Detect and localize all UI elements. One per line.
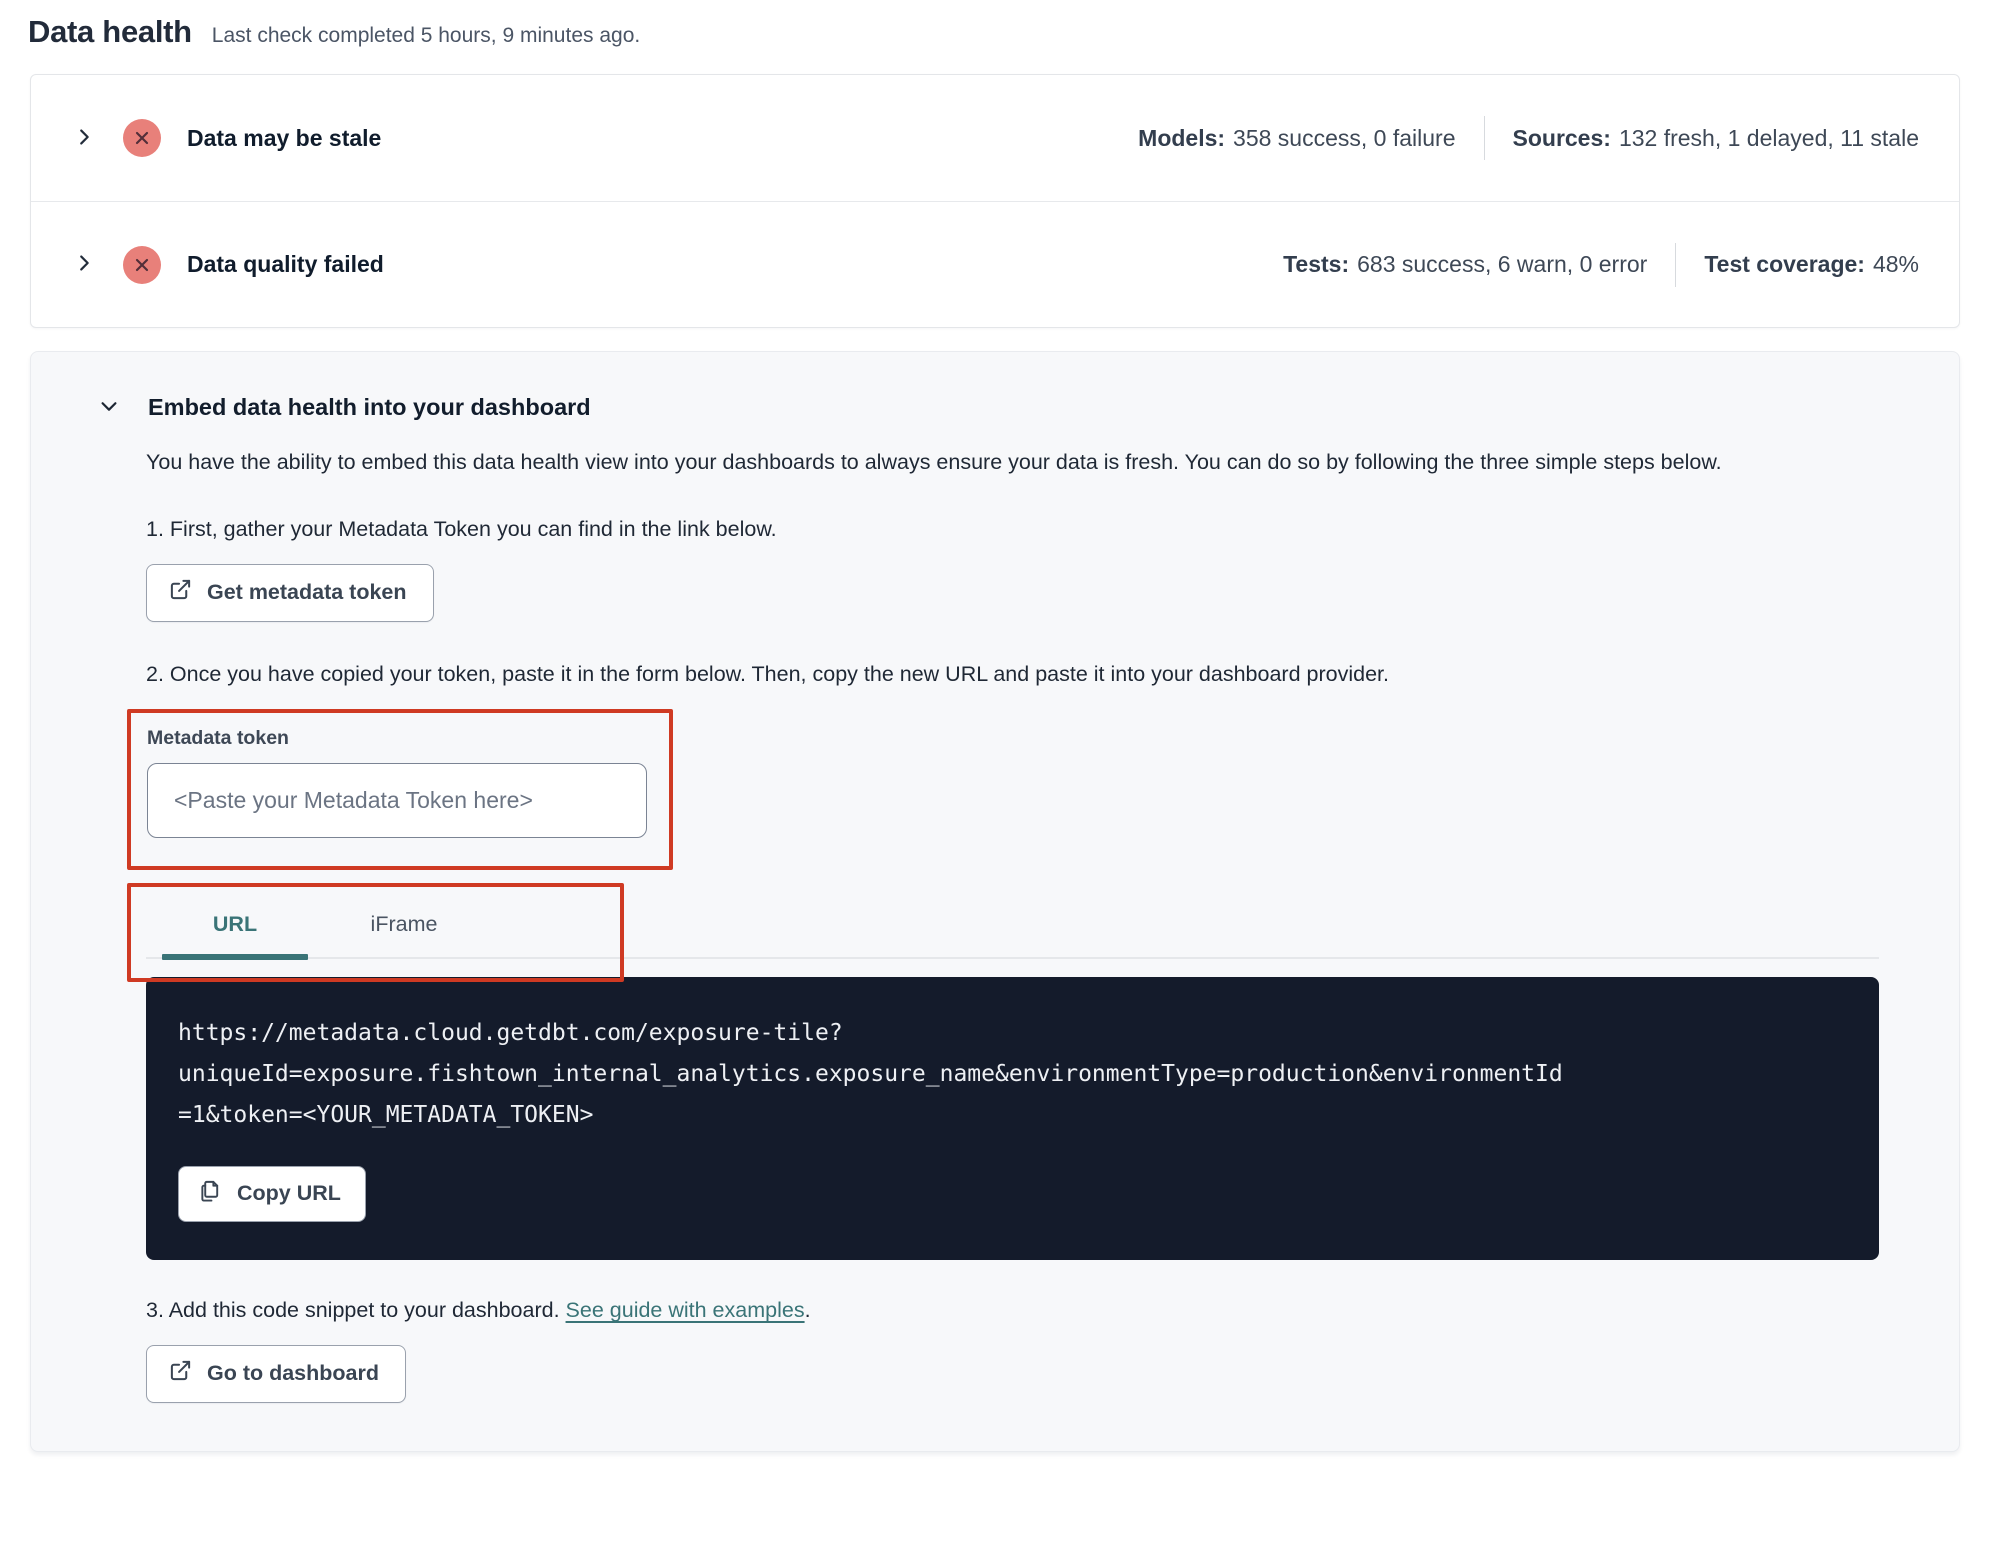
test-coverage-stat-label: Test coverage: (1704, 251, 1865, 277)
embed-section-header: Embed data health into your dashboard (96, 394, 1879, 421)
models-stat: Models: 358 success, 0 failure (1138, 125, 1455, 152)
step3-text-before: 3. Add this code snippet to your dashboa… (146, 1298, 566, 1322)
expand-row-button[interactable] (71, 125, 97, 151)
x-circle-icon (123, 245, 161, 284)
collapse-section-button[interactable] (96, 395, 122, 421)
status-row-stats: Tests: 683 success, 6 warn, 0 error Test … (1283, 242, 1919, 287)
status-card: Data may be stale Models: 358 success, 0 … (30, 74, 1960, 328)
metadata-token-input[interactable] (147, 763, 647, 838)
metadata-token-label: Metadata token (147, 727, 289, 749)
tests-stat-value: 683 success, 6 warn, 0 error (1357, 251, 1648, 277)
last-check-status: Last check completed 5 hours, 9 minutes … (211, 24, 641, 47)
embed-section-title: Embed data health into your dashboard (148, 394, 591, 420)
step3-text-after: . (804, 1298, 811, 1322)
x-circle-icon (123, 119, 161, 157)
tests-stat-label: Tests: (1283, 251, 1350, 277)
copy-url-button[interactable]: Copy URL (178, 1166, 366, 1222)
models-stat-value: 358 success, 0 failure (1233, 124, 1456, 151)
status-row-label: Data quality failed (187, 251, 384, 277)
sources-stat: Sources: 132 fresh, 1 delayed, 11 stale (1513, 125, 1920, 152)
chevron-down-icon (98, 395, 120, 420)
external-link-icon (169, 1359, 192, 1388)
go-to-dashboard-label: Go to dashboard (207, 1361, 379, 1385)
status-row-left: Data may be stale (71, 119, 381, 157)
embed-description: You have the ability to embed this data … (146, 450, 1722, 474)
tabs-row: URL iFrame (146, 900, 1879, 960)
test-coverage-stat: Test coverage: 48% (1704, 251, 1919, 278)
status-row-stale: Data may be stale Models: 358 success, 0 … (31, 75, 1959, 201)
sources-stat-value: 132 fresh, 1 delayed, 11 stale (1618, 124, 1919, 151)
get-metadata-token-label: Get metadata token (207, 580, 407, 604)
data-health-page: Data health Last check completed 5 hours… (0, 0, 1990, 1568)
chevron-right-icon (73, 126, 95, 151)
go-to-dashboard-button[interactable]: Go to dashboard (146, 1345, 406, 1403)
test-coverage-stat-value: 48% (1872, 251, 1919, 277)
sources-stat-label: Sources: (1512, 124, 1611, 151)
page-header: Data health Last check completed 5 hours… (0, 0, 1990, 50)
step2-text: 2. Once you have copied your token, past… (146, 662, 1389, 686)
external-link-icon (169, 578, 192, 607)
step3-text: 3. Add this code snippet to your dashboa… (146, 1298, 1879, 1323)
see-guide-link[interactable]: See guide with examples (566, 1298, 805, 1322)
embed-url-text: https://metadata.cloud.getdbt.com/exposu… (178, 1020, 1563, 1128)
output-tabs: URL iFrame (127, 883, 1879, 982)
status-row-stats: Models: 358 success, 0 failure Sources: 13… (1138, 116, 1919, 160)
tests-stat: Tests: 683 success, 6 warn, 0 error (1283, 251, 1647, 278)
annotation-box-token: Metadata token (127, 709, 673, 870)
tab-url[interactable]: URL (160, 900, 310, 960)
expand-row-button[interactable] (71, 252, 97, 278)
copy-icon (199, 1179, 222, 1208)
embed-section: Embed data health into your dashboard Yo… (30, 351, 1960, 1452)
tab-iframe[interactable]: iFrame (322, 900, 486, 957)
stat-divider (1675, 242, 1677, 287)
page-title: Data health (28, 14, 192, 49)
chevron-right-icon (73, 252, 95, 277)
embed-url-code-block: https://metadata.cloud.getdbt.com/exposu… (146, 977, 1879, 1260)
models-stat-label: Models: (1138, 124, 1226, 151)
copy-url-label: Copy URL (237, 1181, 341, 1205)
status-row-left: Data quality failed (71, 245, 384, 284)
status-row-label: Data may be stale (187, 124, 382, 151)
step1-text: 1. First, gather your Metadata Token you… (146, 517, 777, 541)
stat-divider (1483, 116, 1485, 160)
get-metadata-token-button[interactable]: Get metadata token (146, 564, 434, 622)
status-row-quality: Data quality failed Tests: 683 success, 6… (31, 201, 1959, 327)
